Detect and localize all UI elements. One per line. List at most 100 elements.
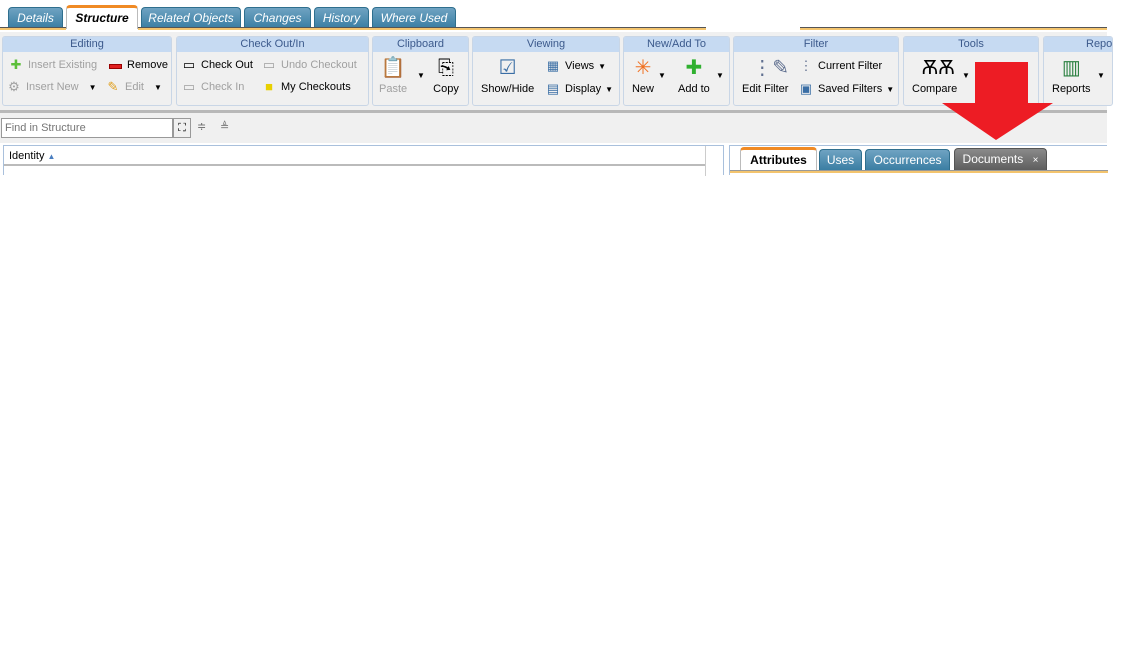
sparkle-icon: ✳ [634,57,652,79]
gear-icon: ⚙ [8,79,20,94]
edit-button[interactable]: ✎ Edit ▼ [105,79,162,95]
find-input[interactable] [1,118,173,138]
checkouts-icon: ■ [265,79,273,94]
tab-related-objects[interactable]: Related Objects [141,7,241,28]
chevron-down-icon[interactable]: ▼ [1097,71,1105,80]
add-to-button[interactable]: ✚ Add to [678,55,710,95]
current-filter-button[interactable]: ⋮ Current Filter [798,58,883,74]
label: Reports [1052,83,1091,95]
insert-existing-button[interactable]: ✚ Insert Existing [8,57,98,73]
chevron-down-icon[interactable]: ▼ [716,71,724,80]
copy-button[interactable]: ⎘ Copy [433,55,459,95]
tab-changes[interactable]: Changes [244,7,311,28]
label: Remove [127,59,168,71]
label: Display [565,83,602,95]
group-title: Check Out/In [177,37,368,52]
checklist-icon: ☑ [498,57,517,79]
tab-uses[interactable]: Uses [819,149,862,170]
label: Views [565,60,595,72]
tab-where-used[interactable]: Where Used [372,7,456,28]
identity-column-header[interactable]: Identity ▲ [4,146,705,166]
add-to-icon: ✚ [685,57,703,79]
label: Check Out [201,59,253,71]
tab-history[interactable]: History [314,7,369,28]
undo-checkout-button[interactable]: ▭ Undo Checkout [261,57,357,73]
binoculars-icon[interactable]: ⛶ [173,118,191,138]
minus-icon [107,57,123,73]
tab-structure[interactable]: Structure [66,5,138,29]
group-title: New/Add To [624,37,729,52]
label: Add to [678,83,710,95]
group-check-out-in: Check Out/In ▭ Check Out ▭ Undo Checkout ▭… [176,36,369,106]
save-filter-icon: ▣ [799,81,813,96]
bar-chart-icon: ▥ [1061,57,1081,79]
detail-panel: Attributes Uses Occurrences Documents × [729,145,1108,175]
display-button[interactable]: ▤ Display ▼ [545,81,613,97]
check-in-icon: ▭ [182,79,196,94]
group-title: Viewing [473,37,619,52]
chevron-down-icon[interactable]: ▼ [658,71,666,80]
label: Identity [9,150,45,162]
group-new-add-to: New/Add To ✳ New ▼ ✚ Add to ▼ [623,36,730,106]
expand-all-icon[interactable]: ≑ [197,120,206,133]
remove-button[interactable]: Remove [107,57,168,73]
label: Current Filter [818,60,883,72]
label: Documents [962,152,1024,166]
paste-icon: 📋 [380,57,406,79]
edit-filter-button[interactable]: ⋮✎ Edit Filter [742,55,789,95]
label: New [631,83,654,95]
plus-icon: ✚ [10,57,22,72]
chevron-down-icon[interactable]: ▼ [154,83,162,92]
label: Paste [379,83,408,95]
group-editing: Editing ✚ Insert Existing Remove ⚙ Insert … [2,36,172,106]
my-checkouts-button[interactable]: ■ My Checkouts [261,79,351,95]
group-title: Filter [734,37,898,52]
group-title: Tools [904,37,1038,52]
content-area: Identity ▲ Attributes Uses Occurrences D… [0,143,1108,178]
grid-icon: ▦ [546,58,560,73]
arrow-shape [942,62,1053,140]
saved-filters-button[interactable]: ▣ Saved Filters ▼ [798,81,894,97]
check-in-button[interactable]: ▭ Check In [181,79,245,95]
insert-new-button[interactable]: ⚙ Insert New ▼ [6,79,97,95]
chevron-down-icon: ▼ [886,84,895,94]
group-clipboard: Clipboard 📋 Paste ▼ ⎘ Copy [372,36,469,106]
label: Insert Existing [28,59,98,71]
tab-attributes[interactable]: Attributes [740,147,817,170]
tab-underline [730,170,1108,173]
show-hide-button[interactable]: ☑ Show/Hide [481,55,534,95]
chevron-down-icon: ▼ [605,84,613,94]
chevron-down-icon[interactable]: ▼ [417,71,425,80]
scrollbar[interactable] [705,146,706,176]
group-filter: Filter ⋮✎ Edit Filter ⋮ Current Filter ▣ Sa… [733,36,899,106]
label: Edit [125,81,144,93]
label: Check In [201,81,245,93]
tab-underline [800,27,1107,30]
group-title: Clipboard [373,37,468,52]
close-icon[interactable]: × [1033,155,1039,166]
tab-documents[interactable]: Documents × [954,148,1047,170]
check-out-icon: ▭ [182,57,196,72]
pencil-icon: ✎ [107,79,119,94]
undo-checkout-icon: ▭ [262,57,276,72]
red-arrow-annotation [942,62,1053,140]
label: My Checkouts [281,81,351,93]
new-button[interactable]: ✳ New [630,55,656,95]
tab-details[interactable]: Details [8,7,63,28]
sort-ascending-icon: ▲ [47,152,56,161]
tab-occurrences[interactable]: Occurrences [865,149,950,170]
label: Show/Hide [481,83,535,95]
collapse-all-icon[interactable]: ≜ [220,120,229,133]
check-out-button[interactable]: ▭ Check Out [181,57,253,73]
group-title: Repo [1044,37,1112,52]
reports-button[interactable]: ▥ Reports [1052,55,1091,95]
label: Copy [433,83,459,95]
label: Undo Checkout [281,59,357,71]
views-button[interactable]: ▦ Views ▼ [545,58,606,74]
chevron-down-icon[interactable]: ▼ [89,83,97,92]
structure-tree: Identity ▲ [3,145,724,176]
label: Edit Filter [742,83,789,95]
paste-button[interactable]: 📋 Paste [379,55,407,95]
group-title: Editing [3,37,171,52]
tab-underline [0,27,66,30]
